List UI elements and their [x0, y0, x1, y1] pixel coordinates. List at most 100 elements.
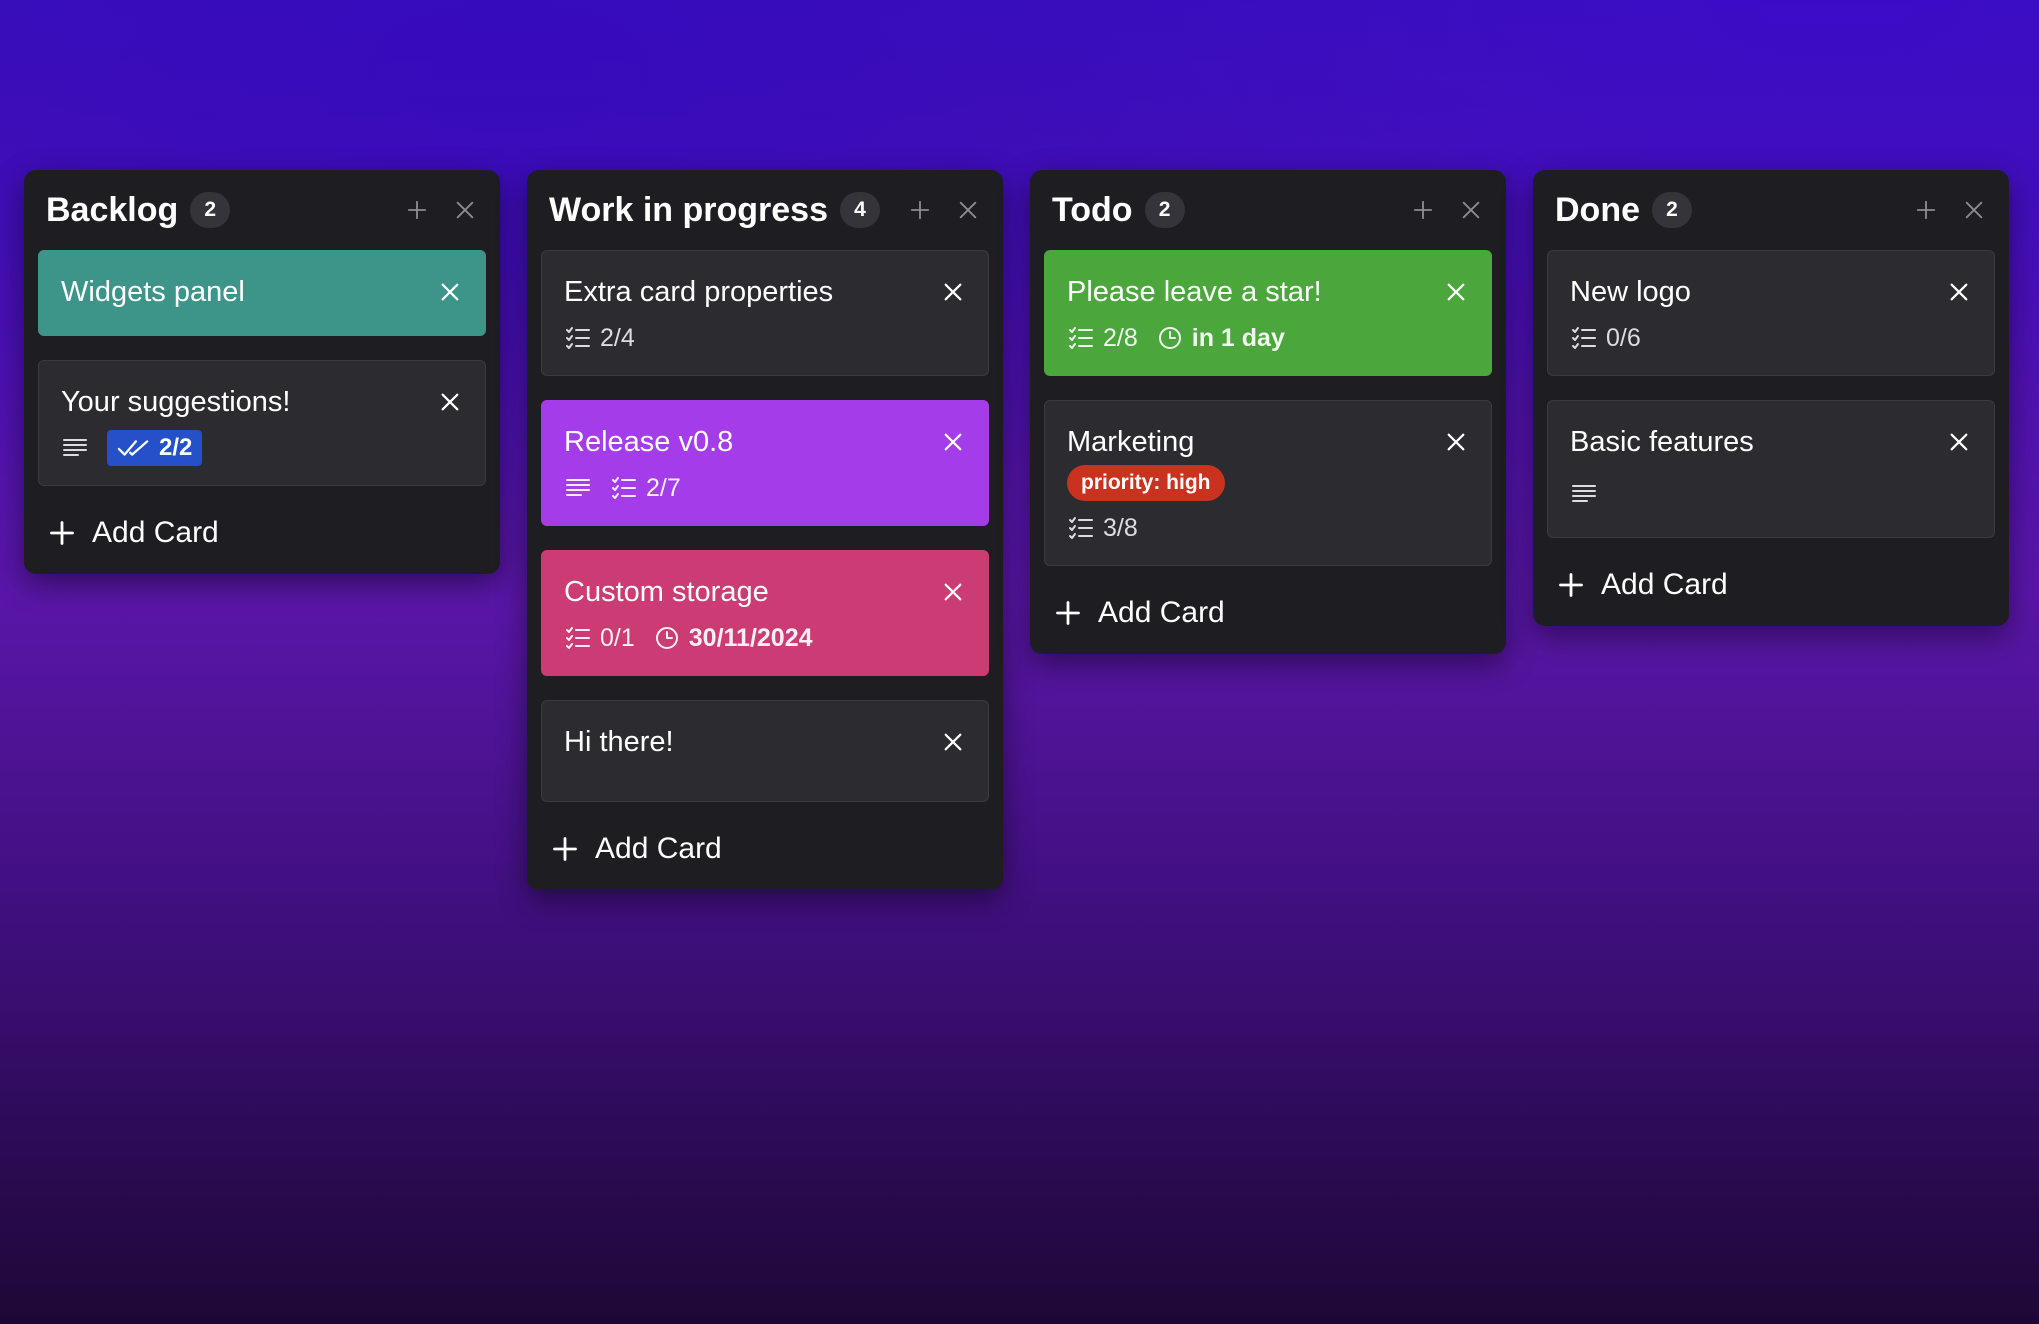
checklist-icon — [566, 627, 590, 649]
column-actions — [404, 197, 478, 223]
description-lines-icon — [61, 434, 89, 462]
close-icon[interactable] — [1443, 279, 1469, 305]
card-your-suggestions[interactable]: Your suggestions! 2/2 — [38, 360, 486, 486]
card-title: Extra card properties — [564, 276, 834, 308]
plus-icon — [553, 837, 577, 861]
plus-icon — [50, 521, 74, 545]
add-card-label: Add Card — [1601, 568, 1728, 601]
remove-column-close-icon[interactable] — [452, 197, 478, 223]
card-meta: 0/6 — [1570, 319, 1928, 357]
card-release-v0-8[interactable]: Release v0.8 2/7 — [541, 400, 989, 526]
close-icon[interactable] — [437, 389, 463, 415]
column-work-in-progress: Work in progress 4 Extra card properties… — [527, 170, 1003, 890]
card-custom-storage[interactable]: Custom storage 0/1 30/11/2024 — [541, 550, 989, 676]
column-actions — [1913, 197, 1987, 223]
card-meta: 2/2 — [61, 429, 419, 467]
checklist-icon — [1069, 327, 1093, 349]
column-actions — [1410, 197, 1484, 223]
card-marketing[interactable]: Marketing priority: high 3/8 — [1044, 400, 1492, 566]
checklist-progress: 0/1 — [600, 623, 635, 652]
card-count-badge: 2 — [190, 192, 231, 228]
card-title: Please leave a star! — [1067, 276, 1322, 308]
checklist-progress: 3/8 — [1103, 513, 1138, 542]
clock-icon — [1158, 327, 1181, 349]
checklist-progress: 2/8 — [1103, 323, 1138, 352]
card-title: Marketing — [1067, 426, 1195, 458]
close-icon[interactable] — [437, 279, 463, 305]
close-icon[interactable] — [1443, 429, 1469, 455]
checklist-meta: 2/4 — [564, 324, 635, 353]
close-icon[interactable] — [1946, 279, 1972, 305]
priority-label: priority: high — [1067, 465, 1225, 501]
due-date: in 1 day — [1191, 323, 1285, 352]
card-title: Widgets panel — [61, 276, 245, 308]
card-hi-there[interactable]: Hi there! — [541, 700, 989, 802]
card-meta: 2/8 in 1 day — [1067, 319, 1425, 357]
plus-icon — [1559, 573, 1583, 597]
close-icon[interactable] — [1946, 429, 1972, 455]
column-header: Done 2 — [1547, 170, 1995, 250]
checklist-meta: 2/8 — [1067, 324, 1138, 353]
checklist-progress: 2/7 — [646, 473, 681, 502]
card-please-leave-a-star[interactable]: Please leave a star! 2/8 in 1 day — [1044, 250, 1492, 376]
card-title: Release v0.8 — [564, 426, 734, 458]
column-header: Backlog 2 — [38, 170, 486, 250]
close-icon[interactable] — [940, 279, 966, 305]
add-card-label: Add Card — [1098, 596, 1225, 629]
card-basic-features[interactable]: Basic features — [1547, 400, 1995, 538]
card-list: Widgets panel Your suggestions! 2/2 — [38, 250, 486, 486]
card-title: Custom storage — [564, 576, 769, 608]
checklist-progress: 2/4 — [600, 323, 635, 352]
column-title: Work in progress — [549, 190, 828, 229]
checklist-icon — [612, 477, 636, 499]
add-card-button[interactable]: Add Card — [38, 516, 486, 550]
card-new-logo[interactable]: New logo 0/6 — [1547, 250, 1995, 376]
checklist-complete-badge: 2/2 — [107, 430, 203, 466]
description-lines-icon — [564, 474, 592, 502]
checklist-meta: 0/1 — [564, 624, 635, 653]
card-meta: 2/4 — [564, 319, 922, 357]
card-title: Your suggestions! — [61, 386, 291, 418]
description-lines-icon — [1570, 480, 1598, 508]
column-title: Backlog — [46, 190, 179, 229]
column-actions — [907, 197, 981, 223]
add-card-plus-icon[interactable] — [1913, 197, 1939, 223]
due-date: 30/11/2024 — [688, 623, 813, 652]
add-card-plus-icon[interactable] — [1410, 197, 1436, 223]
card-title: Basic features — [1570, 426, 1754, 458]
close-icon[interactable] — [940, 429, 966, 455]
checklist-icon — [1572, 327, 1596, 349]
card-list: New logo 0/6 Basic features — [1547, 250, 1995, 538]
card-count-badge: 2 — [1144, 192, 1185, 228]
due-date-meta: 30/11/2024 — [653, 624, 813, 653]
checklist-meta: 3/8 — [1067, 514, 1138, 543]
column-todo: Todo 2 Please leave a star! 2/8 in 1 day… — [1030, 170, 1506, 654]
column-title: Done — [1555, 190, 1640, 229]
add-card-plus-icon[interactable] — [907, 197, 933, 223]
card-title: New logo — [1570, 276, 1691, 308]
kanban-board: Backlog 2 Widgets panel Your suggestions… — [0, 0, 2039, 1324]
remove-column-close-icon[interactable] — [1458, 197, 1484, 223]
column-done: Done 2 New logo 0/6 Basic features Add C… — [1533, 170, 2009, 626]
close-icon[interactable] — [940, 729, 966, 755]
column-title: Todo — [1052, 190, 1133, 229]
remove-column-close-icon[interactable] — [1961, 197, 1987, 223]
due-date-meta: in 1 day — [1156, 324, 1285, 353]
add-card-button[interactable]: Add Card — [1044, 596, 1492, 630]
card-extra-card-properties[interactable]: Extra card properties 2/4 — [541, 250, 989, 376]
add-card-plus-icon[interactable] — [404, 197, 430, 223]
card-meta: 0/1 30/11/2024 — [564, 619, 922, 657]
card-widgets-panel[interactable]: Widgets panel — [38, 250, 486, 336]
close-icon[interactable] — [940, 579, 966, 605]
checklist-progress: 0/6 — [1606, 323, 1641, 352]
card-meta — [1570, 475, 1928, 513]
remove-column-close-icon[interactable] — [955, 197, 981, 223]
clock-icon — [655, 627, 678, 649]
checklist-meta: 2/7 — [610, 474, 681, 503]
plus-icon — [1056, 601, 1080, 625]
card-count-badge: 2 — [1652, 192, 1692, 228]
add-card-label: Add Card — [595, 832, 722, 865]
add-card-button[interactable]: Add Card — [541, 832, 989, 866]
checklist-meta: 0/6 — [1570, 324, 1641, 353]
add-card-button[interactable]: Add Card — [1547, 568, 1995, 602]
